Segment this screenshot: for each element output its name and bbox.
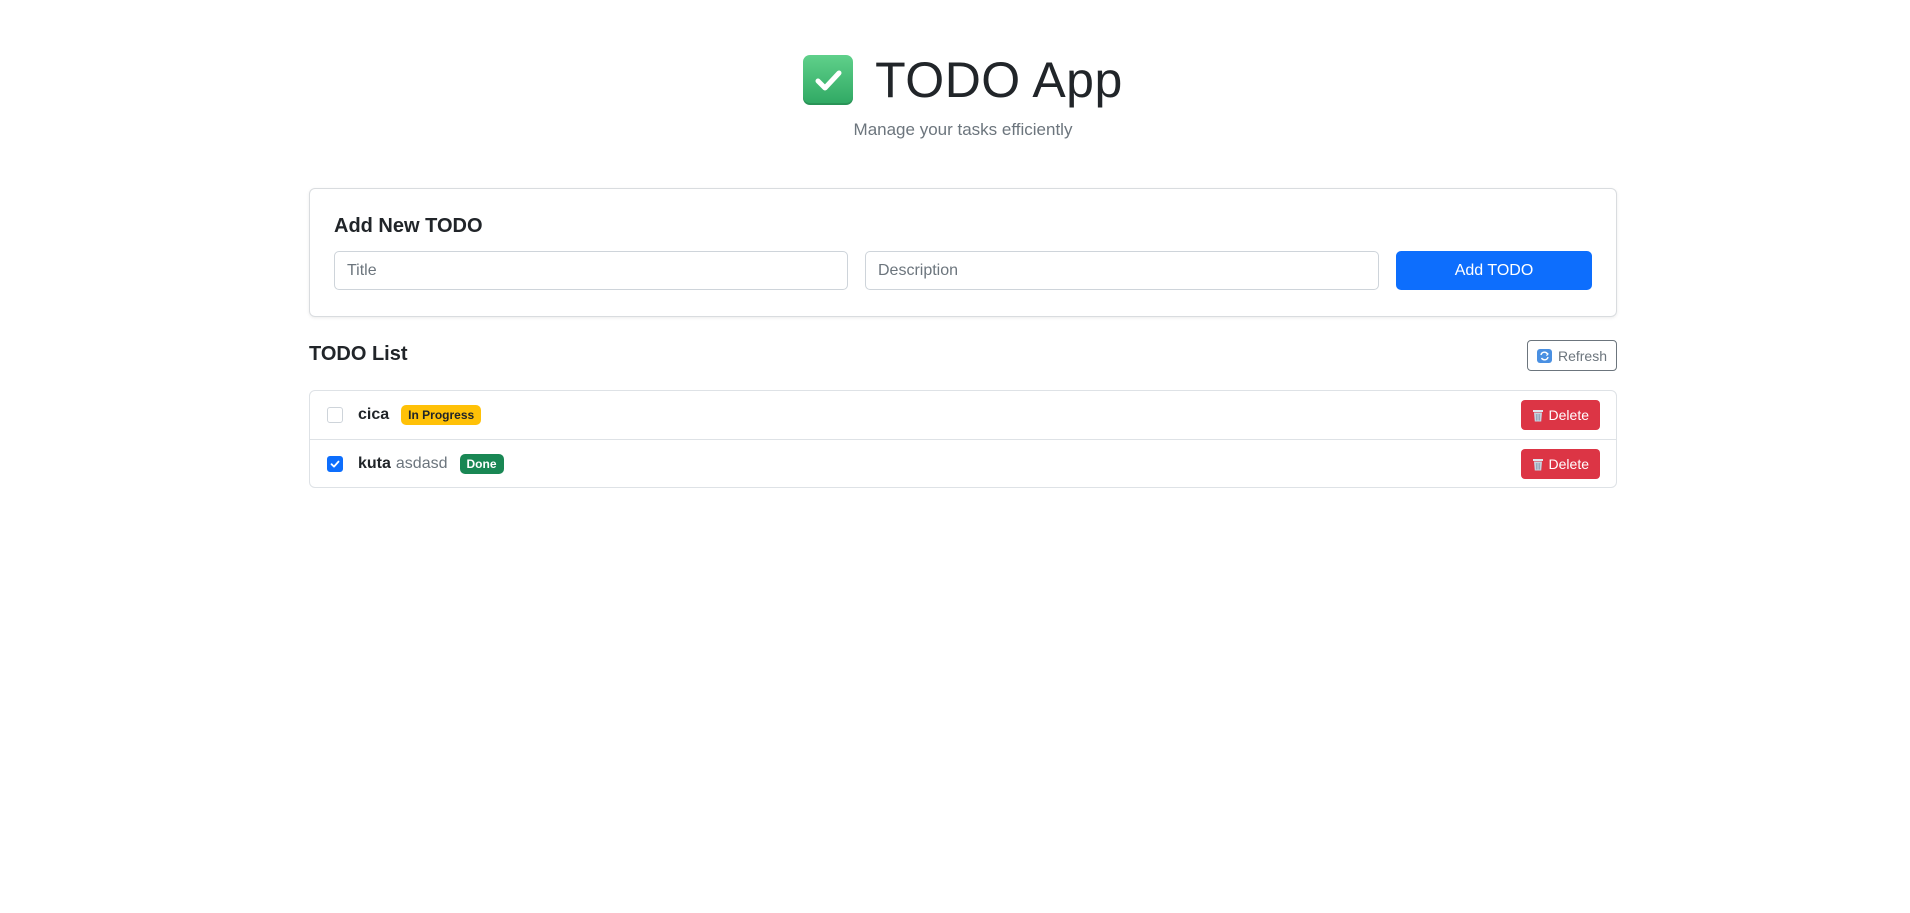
todo-text: cica In Progress [358, 405, 482, 425]
description-input[interactable] [865, 251, 1379, 290]
todo-description: asdasd [395, 454, 448, 472]
wastebasket-icon [1532, 409, 1544, 422]
list-item: kuta asdasd Done Delete [310, 439, 1616, 487]
app-header: TODO App Manage your tasks efficiently [309, 0, 1617, 140]
todo-checkbox[interactable] [327, 455, 343, 472]
title-input[interactable] [334, 251, 848, 290]
app-container: TODO App Manage your tasks efficiently A… [309, 0, 1617, 488]
todo-text: kuta asdasd Done [358, 453, 504, 474]
delete-button[interactable]: Delete [1520, 400, 1600, 430]
todo-title: cica [358, 406, 390, 423]
add-todo-heading: Add New TODO [334, 215, 483, 237]
list-item: cica In Progress Delete [310, 391, 1616, 439]
delete-label: Delete [1548, 407, 1589, 423]
refresh-icon [1536, 348, 1552, 363]
title-row: TODO App [309, 52, 1617, 108]
refresh-button[interactable]: Refresh [1526, 340, 1617, 371]
delete-button[interactable]: Delete [1520, 449, 1600, 479]
status-badge: In Progress [401, 405, 482, 425]
page-title: TODO App [875, 52, 1123, 108]
add-todo-form: Add TODO [334, 251, 1592, 290]
todo-checkbox[interactable] [327, 407, 343, 423]
todo-list-heading: TODO List [309, 343, 408, 365]
add-todo-card: Add New TODO Add TODO [309, 188, 1617, 317]
checkmark-icon [330, 460, 340, 467]
delete-label: Delete [1548, 456, 1589, 472]
check-mark-icon [803, 55, 854, 105]
page-subtitle: Manage your tasks efficiently [853, 120, 1073, 139]
todo-list-header: TODO List Refresh [309, 340, 1617, 372]
status-badge: Done [459, 453, 504, 474]
refresh-label: Refresh [1557, 347, 1607, 364]
todo-list: cica In Progress Delete kuta asdasd Done… [309, 390, 1617, 488]
wastebasket-icon [1532, 458, 1544, 471]
add-todo-button[interactable]: Add TODO [1396, 251, 1592, 290]
todo-title: kuta [358, 454, 391, 472]
